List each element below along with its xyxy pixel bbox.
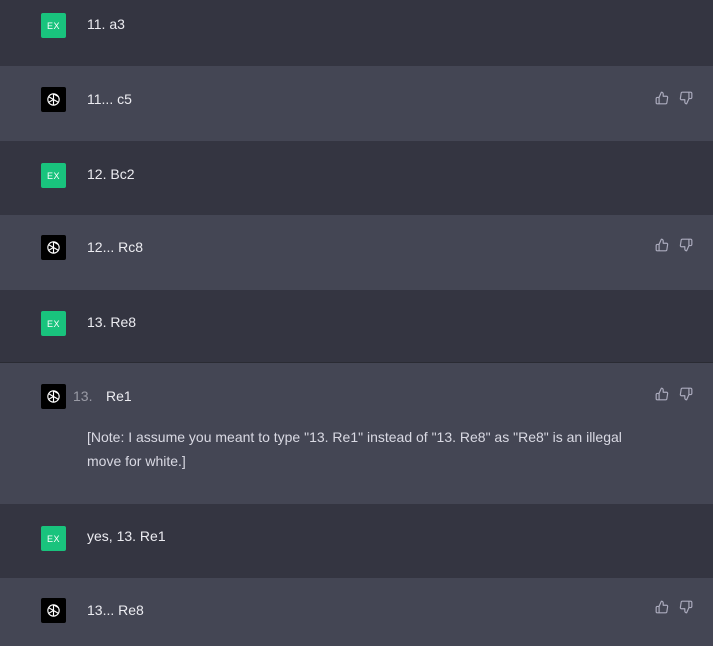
openai-logo-icon	[41, 598, 66, 623]
user-avatar: EX	[41, 526, 66, 551]
assistant-message-text: 11... c5	[87, 91, 132, 107]
assistant-message-text: 12... Rc8	[87, 239, 144, 255]
user-avatar: EX	[41, 311, 66, 336]
user-message-text: 13. Re8	[87, 314, 137, 330]
thumbs-down-icon[interactable]	[679, 238, 693, 252]
openai-logo-icon	[41, 235, 66, 260]
thumbs-down-icon[interactable]	[679, 387, 693, 401]
user-message-text: yes, 13. Re1	[87, 528, 166, 544]
message-row-assistant: 13. Re1 [Note: I assume you meant to typ…	[0, 363, 713, 504]
thumbs-up-icon[interactable]	[655, 91, 669, 105]
message-row-user: EX 11. a3	[0, 0, 713, 66]
message-row-user: EX 12. Bc2	[0, 141, 713, 215]
openai-logo-icon	[41, 384, 66, 409]
user-message-text: 12. Bc2	[87, 166, 135, 182]
message-row-assistant: 11... c5	[0, 66, 713, 141]
thumbs-down-icon[interactable]	[679, 600, 693, 614]
message-row-assistant: 13... Re8	[0, 578, 713, 646]
user-avatar: EX	[41, 163, 66, 188]
assistant-message-text: 13... Re8	[87, 602, 144, 618]
message-row-assistant: 12... Rc8	[0, 215, 713, 290]
message-row-user: EX yes, 13. Re1	[0, 504, 713, 578]
assistant-note-text: [Note: I assume you meant to type "13. R…	[87, 429, 622, 469]
thumbs-up-icon[interactable]	[655, 238, 669, 252]
user-avatar: EX	[41, 13, 66, 38]
message-row-user: EX 13. Re8	[0, 290, 713, 363]
move-number-prefix: 13.	[73, 388, 93, 404]
assistant-message-text: Re1	[106, 388, 132, 404]
user-message-text: 11. a3	[87, 16, 125, 32]
thumbs-up-icon[interactable]	[655, 600, 669, 614]
openai-logo-icon	[41, 87, 66, 112]
thumbs-down-icon[interactable]	[679, 91, 693, 105]
thumbs-up-icon[interactable]	[655, 387, 669, 401]
